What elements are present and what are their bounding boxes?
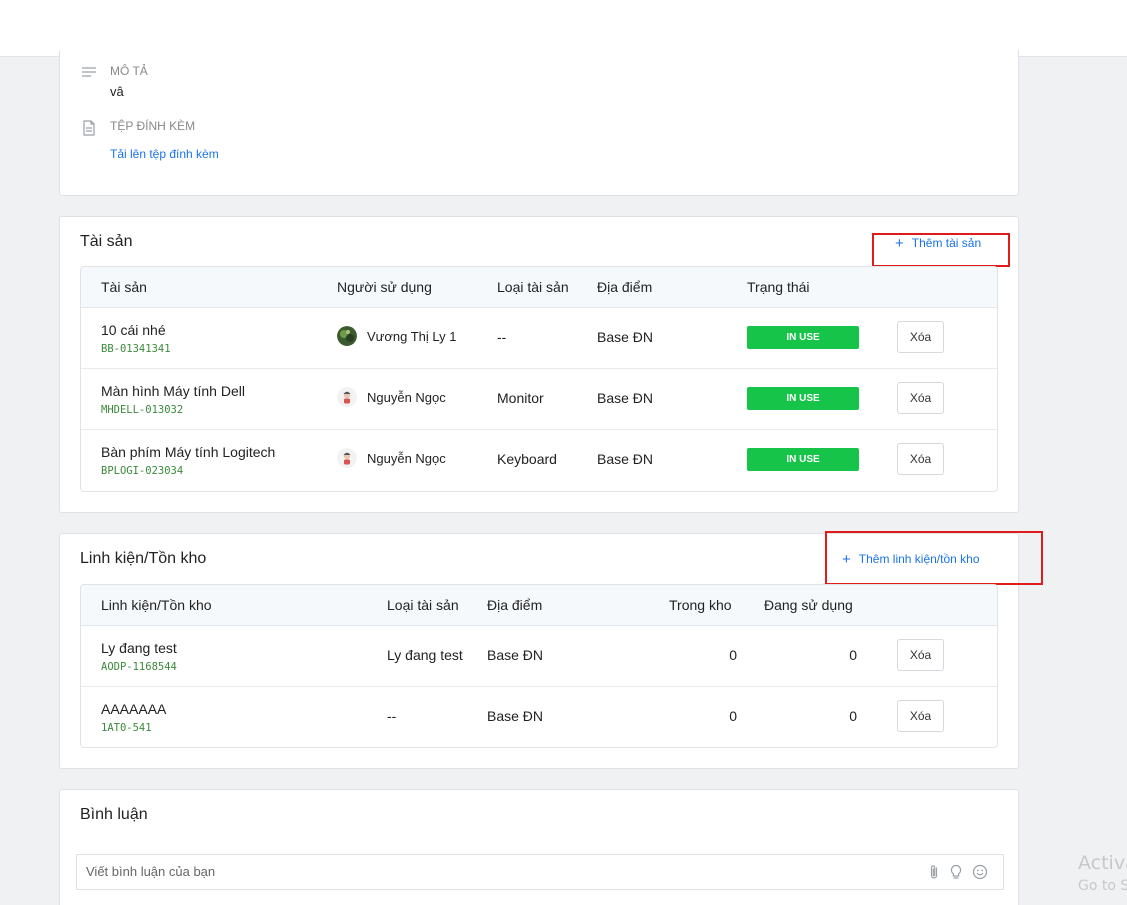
asset-type: Monitor [497,390,544,406]
table-header: Tài sản Người sử dụng Loại tài sản Địa đ… [81,267,997,308]
asset-name[interactable]: Bàn phím Máy tính Logitech [101,444,275,460]
component-location: Base ĐN [487,647,544,663]
activation-watermark-sub: Go to S [1078,878,1127,894]
asset-code: MHDELL-013032 [101,404,184,416]
table-row: 10 cái nhé BB-01341341 Vương Thị Ly 1 --… [81,308,997,369]
column-header: Người sử dụng [337,279,432,295]
component-name[interactable]: AAAAAAA [101,701,166,717]
delete-button[interactable]: Xóa [897,382,944,414]
asset-location: Base ĐN [597,329,654,345]
components-table: Linh kiện/Tồn kho Loại tài sản Địa điểm … [80,584,998,748]
column-header: Trạng thái [747,279,810,295]
comment-input[interactable]: Viết bình luận của bạn [76,854,1004,890]
asset-type: -- [497,329,507,345]
asset-code: BPLOGI-023034 [101,465,184,477]
asset-type: Keyboard [497,451,557,467]
column-header: Đang sử dụng [764,597,853,613]
asset-location: Base ĐN [597,451,654,467]
text-lines-icon [82,67,96,77]
status-badge: IN USE [747,326,859,349]
table-row: Màn hình Máy tính Dell MHDELL-013032 Ngu… [81,369,997,430]
column-header: Linh kiện/Tồn kho [101,597,212,613]
components-card: Linh kiện/Tồn kho + Thêm linh kiện/tồn kh… [59,531,1043,769]
column-header: Tài sản [101,279,147,295]
in-stock-count: 0 [729,647,737,663]
component-code: 1AT0-541 [101,722,152,734]
assets-title: Tài sản [80,233,133,250]
table-row: AAAAAAA 1AT0-541 -- Base ĐN 0 0 Xóa [81,687,997,747]
component-code: AODP-1168544 [101,661,177,673]
top-header-bar [0,0,1127,57]
in-use-count: 0 [849,708,857,724]
delete-button[interactable]: Xóa [897,443,944,475]
table-row: Bàn phím Máy tính Logitech BPLOGI-023034… [81,430,997,491]
component-location: Base ĐN [487,708,544,724]
assets-table: Tài sản Người sử dụng Loại tài sản Địa đ… [80,266,998,492]
avatar [337,448,357,468]
status-badge: IN USE [747,448,859,471]
column-header: Trong kho [669,597,732,613]
asset-code: BB-01341341 [101,343,171,355]
in-use-count: 0 [849,647,857,663]
lightbulb-icon[interactable] [947,863,965,881]
emoji-icon[interactable] [971,863,989,881]
table-header: Linh kiện/Tồn kho Loại tài sản Địa điểm … [81,585,997,626]
comments-card: Bình luận Viết bình luận của bạn [59,789,1019,905]
highlight-box [825,531,1043,585]
component-type: Ly đang test [387,647,463,663]
asset-name[interactable]: Màn hình Máy tính Dell [101,383,245,399]
column-header: Địa điểm [597,279,653,295]
asset-user: Vương Thị Ly 1 [367,329,457,344]
comments-title: Bình luận [80,806,148,823]
comment-placeholder: Viết bình luận của bạn [86,864,216,879]
components-title: Linh kiện/Tồn kho [80,550,207,567]
highlight-box [872,233,1010,267]
details-card: MÔ TẢ vâ TỆP ĐÍNH KÈM Tải lên tệp đính k… [59,50,1019,196]
component-name[interactable]: Ly đang test [101,640,177,656]
file-icon [83,120,95,136]
status-badge: IN USE [747,387,859,410]
asset-user: Nguyễn Ngọc [367,451,446,466]
component-type: -- [387,708,397,724]
delete-button[interactable]: Xóa [897,700,944,732]
column-header: Địa điểm [487,597,543,613]
in-stock-count: 0 [729,708,737,724]
attachments-label: TỆP ĐÍNH KÈM [110,119,196,133]
avatar [337,326,357,346]
assets-card: Tài sản + Thêm tài sản Tài sản Người sử d… [59,216,1019,513]
activation-watermark: Activa [1078,852,1127,874]
column-header: Loại tài sản [497,279,569,295]
column-header: Loại tài sản [387,597,459,613]
paperclip-icon[interactable] [925,863,943,881]
delete-button[interactable]: Xóa [897,639,944,671]
asset-location: Base ĐN [597,390,654,406]
asset-user: Nguyễn Ngọc [367,390,446,405]
upload-attachment-link[interactable]: Tải lên tệp đính kèm [110,147,219,161]
delete-button[interactable]: Xóa [897,321,944,353]
asset-name[interactable]: 10 cái nhé [101,322,166,338]
avatar [337,387,357,407]
description-label: MÔ TẢ [110,64,148,78]
table-row: Ly đang test AODP-1168544 Ly đang test B… [81,626,997,687]
description-value: vâ [110,84,124,99]
